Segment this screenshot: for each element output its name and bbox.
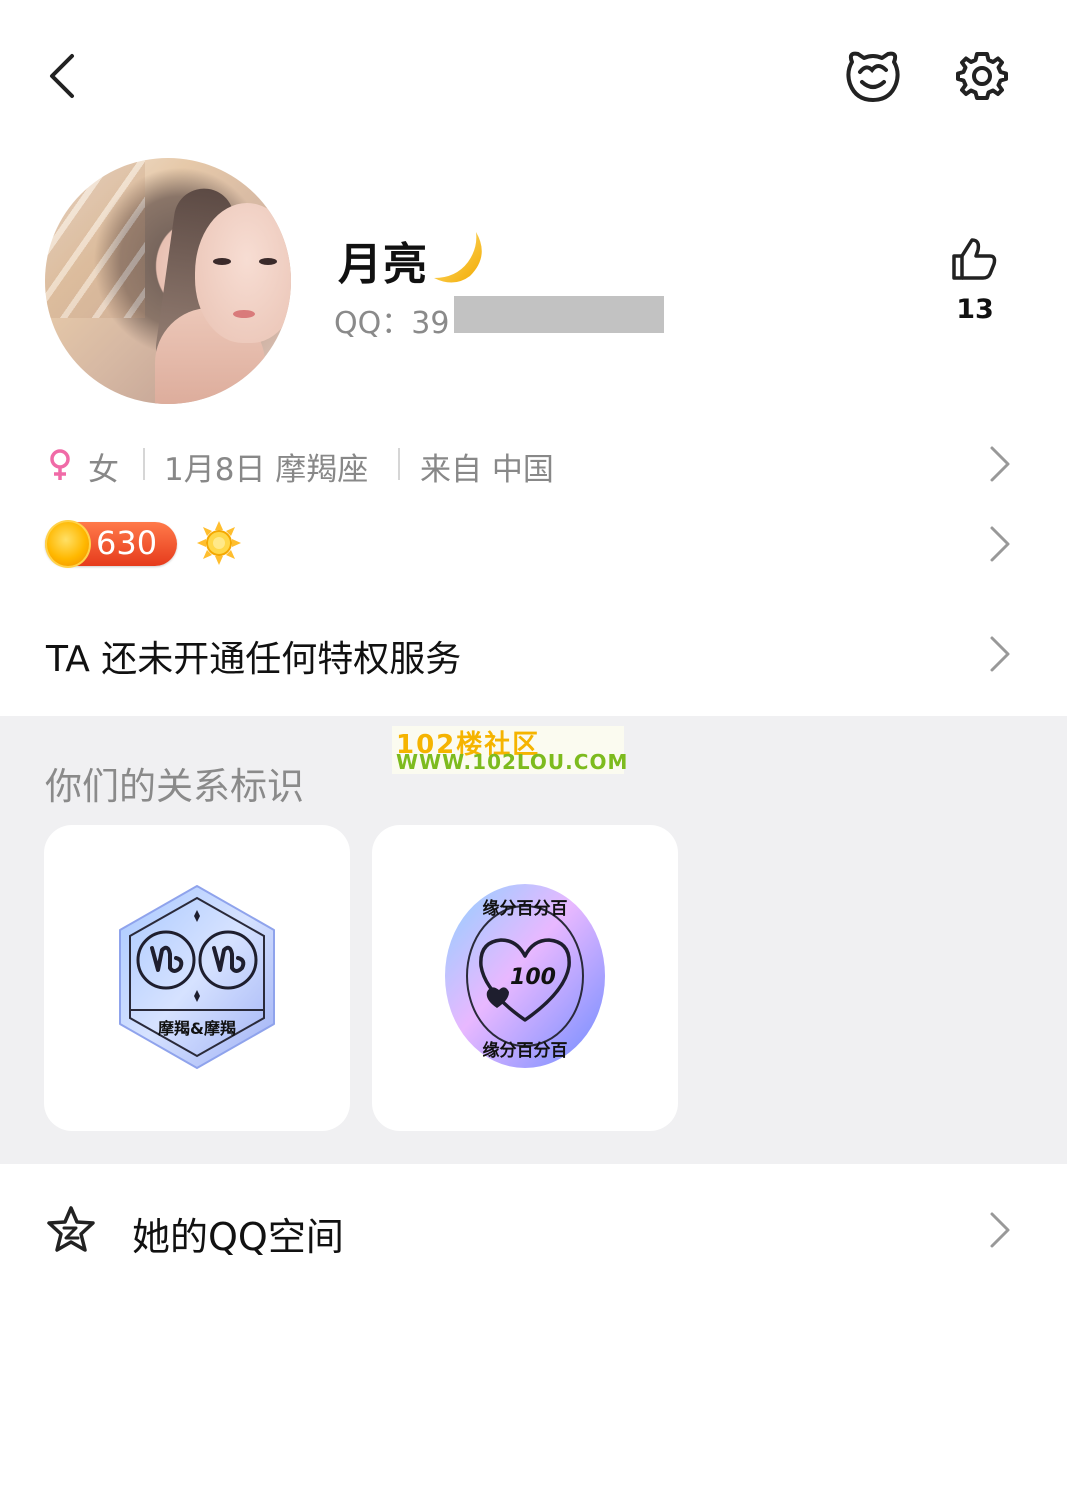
match-100-badge: 100 缘分百分百 缘分百分百	[441, 880, 609, 1072]
badge-label: 摩羯&摩羯	[158, 1019, 236, 1038]
chevron-right-icon[interactable]	[988, 1210, 1012, 1250]
location: 来自 中国	[420, 452, 554, 488]
level-coin-icon	[45, 520, 91, 568]
qq-number: QQ：39	[334, 306, 450, 341]
capricorn-pair-badge: 摩羯&摩羯	[114, 884, 280, 1070]
birthday-zodiac: 1月8日 摩羯座	[164, 452, 369, 488]
badge-top-text: 缘分百分百	[483, 898, 568, 919]
divider	[398, 448, 400, 480]
like-count: 13	[956, 294, 994, 325]
female-icon	[46, 448, 74, 482]
back-button[interactable]	[40, 48, 90, 104]
thumbs-up-icon	[952, 238, 997, 280]
gear-icon	[956, 52, 1008, 100]
nickname: 月亮	[338, 239, 428, 290]
sun-level-icon	[196, 520, 242, 566]
chevron-right-icon[interactable]	[988, 444, 1012, 484]
badge-bottom-text: 缘分百分百	[483, 1040, 568, 1061]
chevron-left-icon	[50, 54, 74, 98]
relationship-title: 你们的关系标识	[45, 765, 304, 808]
avatar[interactable]	[45, 158, 291, 404]
crescent-moon-icon	[426, 226, 490, 286]
gender-text: 女	[88, 452, 119, 488]
chevron-right-icon[interactable]	[988, 634, 1012, 674]
privilege-status[interactable]: TA 还未开通任何特权服务	[46, 630, 461, 682]
settings-button[interactable]	[953, 48, 1011, 104]
pet-face-icon	[846, 51, 900, 102]
qq-number-redaction	[454, 296, 664, 333]
qzone-star-icon	[44, 1204, 98, 1258]
qzone-link[interactable]: 她的QQ空间	[132, 1206, 344, 1261]
watermark-line2: WWW.102LOU.COM	[396, 750, 629, 774]
match-score: 100	[510, 965, 556, 990]
level-value: 630	[96, 524, 158, 562]
pet-button[interactable]	[842, 48, 904, 104]
divider	[143, 448, 145, 480]
like-button[interactable]	[950, 236, 998, 282]
chevron-right-icon[interactable]	[988, 524, 1012, 564]
